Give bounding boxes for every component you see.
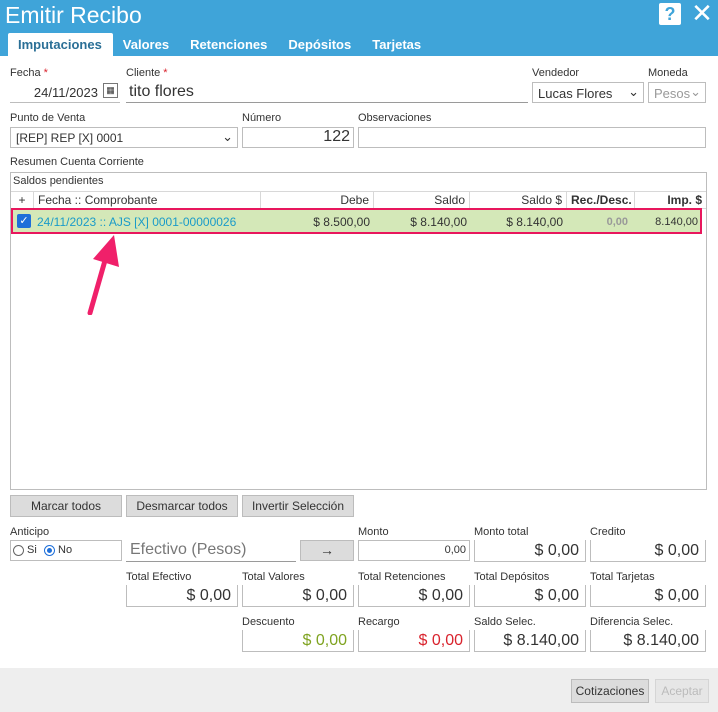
marcar-todos-button[interactable]: Marcar todos [10, 495, 122, 517]
grid-title: Saldos pendientes [13, 175, 104, 187]
moneda-select[interactable]: Pesos ⌄ [648, 82, 706, 103]
saldos-grid: Saldos pendientes + Fecha :: Comprobante… [10, 172, 707, 490]
vendedor-value: Lucas Flores [538, 86, 613, 101]
total-efectivo-label: Total Efectivo [126, 571, 192, 583]
total-depositos-label: Total Depósitos [474, 571, 550, 583]
help-icon[interactable]: ? [659, 3, 681, 25]
column-header-rec-desc[interactable]: Rec./Desc. [566, 192, 634, 209]
credito-value: $ 0,00 [590, 540, 706, 562]
tab-valores[interactable]: Valores [113, 33, 180, 56]
diferencia-selec-value: $ 8.140,00 [590, 630, 706, 652]
descuento-value: $ 0,00 [242, 630, 354, 652]
row-comprobante[interactable]: 24/11/2023 :: AJS [X] 0001-00000026 [37, 213, 262, 231]
window-header: Emitir Recibo ? ✕ Imputaciones Valores R… [0, 0, 718, 56]
row-saldo-pesos: $ 8.140,00 [506, 215, 563, 229]
cotizaciones-button[interactable]: Cotizaciones [571, 679, 649, 703]
column-header-saldo[interactable]: Saldo [373, 192, 469, 209]
punto-select[interactable]: [REP] REP [X] 0001 ⌄ [10, 127, 238, 148]
fecha-field[interactable]: 24/11/2023 ▦ [10, 82, 120, 103]
cliente-value: tito flores [129, 83, 194, 100]
monto-total-label: Monto total [474, 526, 529, 538]
anticipo-si-radio[interactable] [13, 545, 24, 556]
total-valores-label: Total Valores [242, 571, 305, 583]
column-header-imp[interactable]: Imp. $ [634, 192, 706, 209]
anticipo-no-label: No [58, 544, 73, 556]
credito-label: Credito [590, 526, 626, 538]
total-depositos-value: $ 0,00 [474, 585, 586, 607]
monto-total-value: $ 0,00 [474, 540, 586, 562]
total-tarjetas-label: Total Tarjetas [590, 571, 655, 583]
tab-depositos[interactable]: Depósitos [278, 33, 362, 56]
numero-label: Número [242, 112, 282, 124]
recargo-value: $ 0,00 [358, 630, 470, 652]
total-efectivo-value: $ 0,00 [126, 585, 238, 607]
column-header-debe[interactable]: Debe [260, 192, 373, 209]
recargo-label: Recargo [358, 616, 400, 628]
cliente-label: Cliente * [126, 67, 168, 79]
column-header-add[interactable]: + [11, 192, 33, 209]
chevron-down-icon: ⌄ [628, 84, 639, 99]
row-imp[interactable]: 8.140,00 [636, 213, 698, 231]
row-checkbox[interactable]: ✓ [17, 214, 31, 228]
table-row[interactable]: ✓ 24/11/2023 :: AJS [X] 0001-00000026 $ … [11, 208, 702, 234]
anticipo-label: Anticipo [10, 526, 50, 538]
total-valores-value: $ 0,00 [242, 585, 354, 607]
calendar-icon[interactable]: ▦ [103, 83, 118, 98]
monto-label: Monto [358, 526, 389, 538]
desmarcar-todos-button[interactable]: Desmarcar todos [126, 495, 238, 517]
punto-value: [REP] REP [X] 0001 [16, 131, 124, 145]
monto-value: 0,00 [444, 544, 466, 556]
row-saldo: $ 8.140,00 [410, 215, 467, 229]
tab-imputaciones[interactable]: Imputaciones [8, 33, 113, 56]
fecha-label: Fecha * [10, 67, 48, 79]
efectivo-placeholder: Efectivo (Pesos) [130, 541, 247, 558]
grid-header: + Fecha :: Comprobante Debe Saldo Saldo … [11, 191, 706, 209]
vendedor-select[interactable]: Lucas Flores ⌄ [532, 82, 644, 103]
saldo-selec-value: $ 8.140,00 [474, 630, 586, 652]
cliente-input[interactable]: tito flores [126, 82, 528, 103]
total-retenciones-value: $ 0,00 [358, 585, 470, 607]
transfer-arrow-button[interactable]: → [300, 540, 354, 561]
tab-retenciones[interactable]: Retenciones [180, 33, 278, 56]
fecha-value: 24/11/2023 [33, 85, 98, 100]
numero-value: 122 [323, 128, 350, 145]
anticipo-no-radio[interactable] [44, 545, 55, 556]
diferencia-selec-label: Diferencia Selec. [590, 616, 674, 628]
total-retenciones-label: Total Retenciones [358, 571, 446, 583]
column-header-saldo-pesos[interactable]: Saldo $ [469, 192, 566, 209]
moneda-label: Moneda [648, 67, 688, 79]
anticipo-si-label: Si [27, 544, 37, 556]
saldo-selec-label: Saldo Selec. [474, 616, 536, 628]
numero-input[interactable]: 122 [242, 127, 354, 148]
observaciones-label: Observaciones [358, 112, 432, 124]
efectivo-input[interactable]: Efectivo (Pesos) [126, 540, 296, 562]
anticipo-radio-group: Si No [10, 540, 122, 561]
footer-bar: Cotizaciones Aceptar [0, 668, 718, 712]
total-tarjetas-value: $ 0,00 [590, 585, 706, 607]
resumen-label: Resumen Cuenta Corriente [10, 156, 144, 168]
row-debe: $ 8.500,00 [313, 215, 370, 229]
moneda-value: Pesos [654, 86, 691, 101]
tab-tarjetas[interactable]: Tarjetas [362, 33, 432, 56]
monto-input[interactable]: 0,00 [358, 540, 470, 561]
descuento-label: Descuento [242, 616, 295, 628]
aceptar-button[interactable]: Aceptar [655, 679, 709, 703]
column-header-comprobante[interactable]: Fecha :: Comprobante [33, 192, 260, 209]
invertir-seleccion-button[interactable]: Invertir Selección [242, 495, 354, 517]
punto-label: Punto de Venta [10, 112, 86, 124]
annotation-arrow-icon [87, 235, 119, 315]
tab-bar: Imputaciones Valores Retenciones Depósit… [8, 33, 432, 56]
chevron-down-icon: ⌄ [690, 84, 701, 99]
row-rec-desc[interactable]: 0,00 [568, 213, 628, 231]
window-title: Emitir Recibo [5, 2, 142, 28]
observaciones-input[interactable] [358, 127, 706, 148]
chevron-down-icon: ⌄ [222, 129, 233, 144]
vendedor-label: Vendedor [532, 67, 580, 79]
close-icon[interactable]: ✕ [690, 0, 714, 26]
